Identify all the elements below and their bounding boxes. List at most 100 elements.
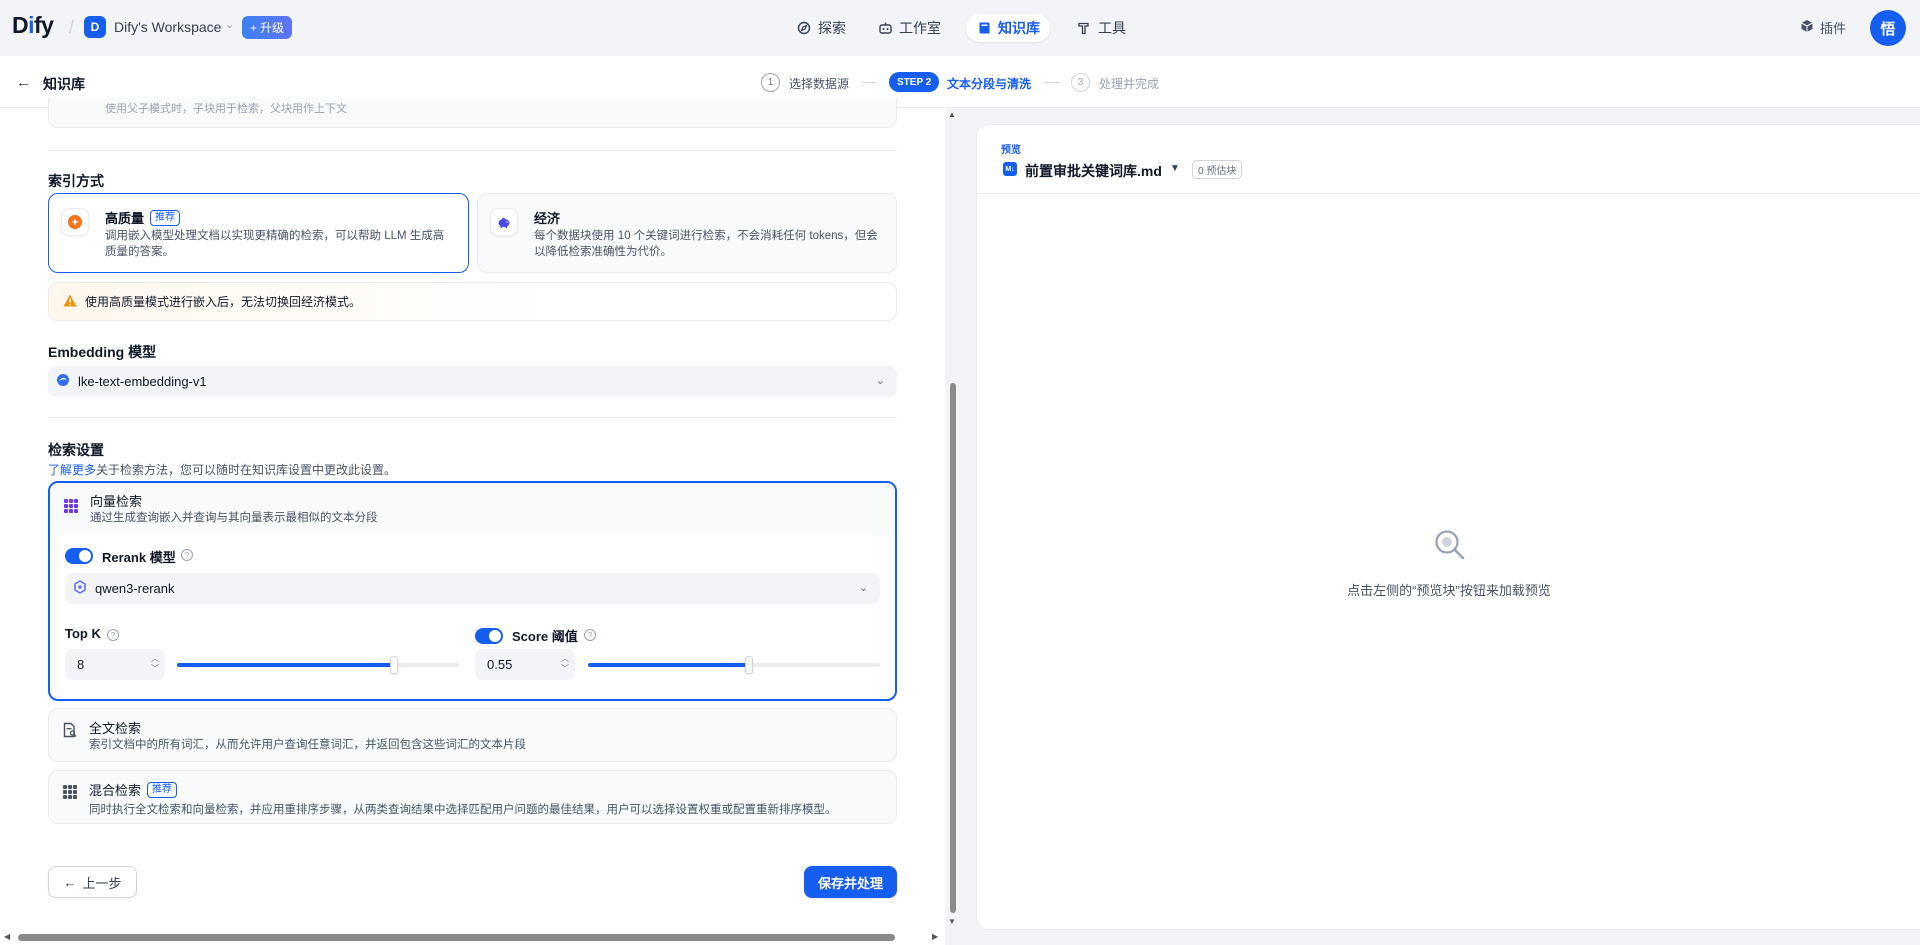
- save-and-process-button[interactable]: 保存并处理: [804, 866, 897, 898]
- section-divider: [48, 150, 897, 151]
- hammer-icon: [1076, 20, 1092, 36]
- hybrid-search-label: 混合检索: [89, 783, 142, 798]
- embedding-model-title: Embedding 模型: [48, 344, 157, 360]
- learn-more-link[interactable]: 了解更多: [48, 463, 96, 477]
- workspace-avatar[interactable]: D: [84, 16, 106, 38]
- preview-file-select[interactable]: 前置审批关键词库.md: [1025, 161, 1162, 181]
- recommended-badge: 推荐: [150, 209, 181, 226]
- help-circle-icon[interactable]: ?: [584, 629, 596, 641]
- embedding-model-select[interactable]: lke-text-embedding-v1 ⌄: [48, 366, 897, 397]
- workspace-name[interactable]: Dify's Workspace: [114, 19, 221, 35]
- vector-search-title: 向量检索: [90, 494, 143, 509]
- book-icon: [976, 20, 992, 36]
- vector-search-desc: 通过生成查询嵌入并查询与其向量表示最相似的文本分段: [90, 512, 378, 524]
- high-quality-label: 高质量: [105, 211, 145, 226]
- back-arrow-icon[interactable]: ←: [16, 74, 31, 91]
- hybrid-search-option[interactable]: 混合检索 推荐 同时执行全文检索和向量检索，并应用重排序步骤，从两类查询结果中选…: [48, 770, 897, 824]
- scroll-right-arrow[interactable]: ▶: [932, 932, 938, 941]
- star-badge-icon: [61, 208, 89, 236]
- vector-grid-icon: [64, 499, 78, 513]
- preview-label: 预览: [1001, 145, 1021, 156]
- hybrid-search-desc: 同时执行全文检索和向量检索，并应用重排序步骤，从两类查询结果中选择匹配用户问题的…: [89, 804, 837, 816]
- rerank-label: Rerank 模型: [102, 550, 176, 565]
- model-provider-icon: [56, 373, 70, 390]
- hybrid-search-title: 混合检索 推荐: [89, 780, 178, 799]
- step-2-label: 文本分段与清洗: [947, 77, 1032, 91]
- economy-desc: 每个数据块使用 10 个关键词进行检索，不会消耗任何 tokens，但会以降低检…: [534, 230, 878, 258]
- chevron-down-icon[interactable]: ⌄: [225, 18, 234, 31]
- top-k-slider-handle[interactable]: [390, 656, 399, 674]
- top-k-input[interactable]: 8 ︿ ﹀: [65, 649, 165, 680]
- vertical-scrollbar-thumb[interactable]: [950, 383, 956, 913]
- number-stepper[interactable]: ︿ ﹀: [561, 654, 569, 674]
- step-1-number: 1: [761, 73, 780, 92]
- parent-child-mode-desc: 使用父子模式时，子块用于检索，父块用作上下文: [105, 103, 347, 115]
- section-divider: [48, 417, 897, 418]
- horizontal-scrollbar-thumb[interactable]: [18, 934, 895, 941]
- recommended-badge: 推荐: [147, 781, 178, 798]
- score-slider-handle[interactable]: [744, 656, 753, 674]
- embedding-model-value: lke-text-embedding-v1: [78, 374, 207, 389]
- estimated-chunks-badge: 0 预估块: [1192, 160, 1243, 179]
- previous-step-label: 上一步: [82, 875, 122, 891]
- preview-divider: [977, 193, 1920, 194]
- upgrade-button[interactable]: + 升级: [242, 16, 293, 39]
- nav-explore[interactable]: 探索: [786, 14, 856, 42]
- step-divider: [862, 82, 876, 83]
- nav-tools[interactable]: 工具: [1066, 14, 1136, 42]
- full-text-search-option[interactable]: 全文检索 索引文档中的所有词汇，从而允许用户查询任意词汇，并返回包含这些词汇的文…: [48, 708, 897, 762]
- index-method-title: 索引方式: [48, 173, 104, 189]
- nav-explore-label: 探索: [818, 20, 846, 36]
- help-circle-icon[interactable]: ?: [181, 549, 193, 561]
- chevron-down-icon: ⌄: [875, 375, 885, 387]
- step-2-pill: STEP 2: [889, 72, 940, 92]
- nav-knowledge[interactable]: 知识库: [966, 14, 1050, 42]
- high-quality-option[interactable]: 高质量 推荐 调用嵌入模型处理文档以实现更精确的检索，可以帮助 LLM 生成高质…: [48, 193, 469, 273]
- top-k-slider[interactable]: [177, 656, 459, 674]
- score-threshold-toggle[interactable]: [475, 628, 503, 644]
- user-avatar[interactable]: 悟: [1870, 10, 1906, 46]
- mode-switch-warning: 使用高质量模式进行嵌入后，无法切换回经济模式。: [48, 282, 897, 321]
- cube-icon: [1800, 19, 1814, 36]
- rerank-model-value: qwen3-rerank: [95, 581, 175, 596]
- score-threshold-input[interactable]: 0.55 ︿ ﹀: [475, 649, 575, 680]
- scroll-up-arrow[interactable]: ▲: [948, 110, 956, 119]
- rerank-toggle[interactable]: [65, 548, 93, 564]
- score-threshold-slider[interactable]: [588, 656, 880, 674]
- plus-icon: +: [250, 20, 258, 35]
- economy-option[interactable]: 经济 每个数据块使用 10 个关键词进行检索，不会消耗任何 tokens，但会以…: [477, 193, 897, 273]
- number-stepper[interactable]: ︿ ﹀: [151, 654, 159, 674]
- retrieval-help-rest: 关于检索方法，您可以随时在知识库设置中更改此设置。: [96, 463, 397, 477]
- arrow-left-icon: ←: [63, 874, 77, 890]
- document-search-icon: [63, 722, 77, 741]
- back-to-knowledge-link[interactable]: 知识库: [43, 74, 85, 94]
- chevron-down-icon: ⌄: [858, 582, 868, 594]
- breadcrumb-separator: /: [69, 17, 75, 37]
- plugin-button[interactable]: 插件: [1800, 18, 1846, 37]
- compass-icon: [796, 20, 812, 36]
- scroll-down-arrow[interactable]: ▼: [948, 917, 956, 926]
- full-text-search-desc: 索引文档中的所有词汇，从而允许用户查询任意词汇，并返回包含这些词汇的文本片段: [89, 739, 526, 751]
- previous-step-button[interactable]: ← 上一步: [48, 866, 137, 898]
- help-circle-icon[interactable]: ?: [107, 629, 119, 641]
- score-slider-fill: [588, 663, 749, 667]
- nav-knowledge-label: 知识库: [998, 20, 1040, 36]
- vector-search-option[interactable]: 向量检索 通过生成查询嵌入并查询与其向量表示最相似的文本分段 Rerank 模型…: [48, 481, 897, 701]
- markdown-file-icon: M↓: [1003, 162, 1017, 176]
- high-quality-title: 高质量 推荐: [105, 208, 181, 227]
- nav-studio[interactable]: 工作室: [867, 14, 951, 42]
- economy-title: 经济: [534, 211, 561, 226]
- warning-text: 使用高质量模式进行嵌入后，无法切换回经济模式。: [85, 295, 362, 309]
- rerank-model-select[interactable]: qwen3-rerank ⌄: [65, 573, 880, 604]
- warning-triangle-icon: [63, 294, 77, 310]
- nav-studio-label: 工作室: [899, 20, 941, 36]
- robot-icon: [877, 20, 893, 36]
- dify-logo[interactable]: Dify: [12, 12, 54, 39]
- top-k-value: 8: [77, 657, 85, 672]
- upgrade-label: 升级: [260, 21, 285, 35]
- scroll-left-arrow[interactable]: ◀: [4, 932, 10, 941]
- score-threshold-label: Score 阈值: [512, 629, 578, 644]
- chevron-down-icon[interactable]: ▼: [1170, 163, 1180, 174]
- hybrid-grid-icon: [63, 785, 77, 799]
- search-preview-icon: [1432, 527, 1466, 561]
